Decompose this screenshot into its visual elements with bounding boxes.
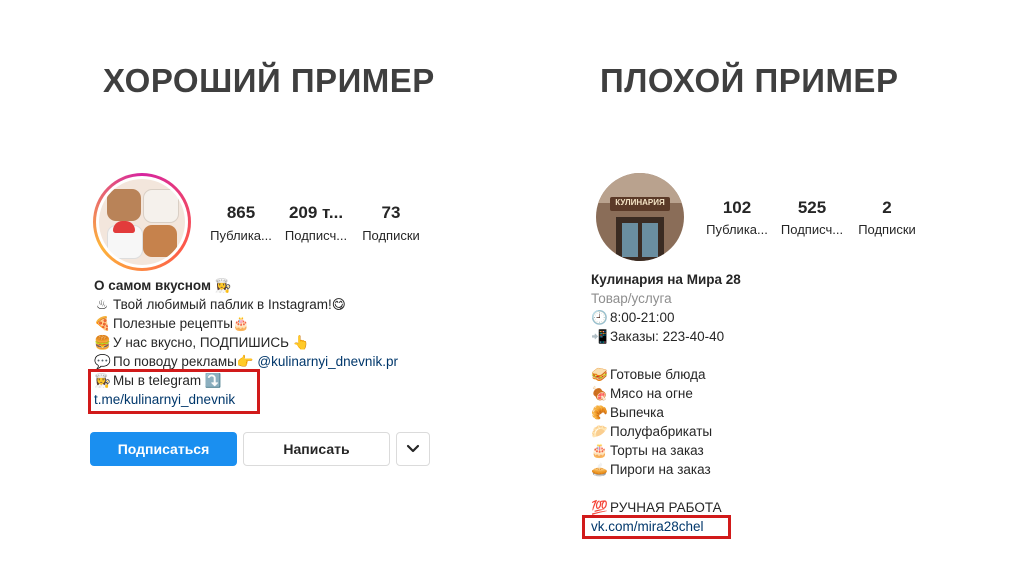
followers-count[interactable]: 525 (772, 198, 852, 218)
bio-line: Полезные рецепты (113, 316, 233, 331)
chevron-down-icon (406, 444, 420, 453)
pie-icon: 🥧 (591, 462, 608, 477)
phone-text: Заказы: 223-40-40 (610, 329, 725, 344)
bio-line: Твой любимый паблик в Instagram! (113, 297, 332, 312)
bio-line: По поводу рекламы (113, 354, 237, 369)
list-item: Полуфабрикаты (610, 424, 713, 439)
profile-name: О самом вкусном (94, 278, 211, 293)
list-item: Торты на заказ (610, 443, 704, 458)
sandwich-icon: 🥪 (591, 367, 608, 382)
clock-icon: 🕘 (591, 310, 608, 325)
profile-name: Кулинария на Мира 28 (591, 272, 741, 287)
bio-line: У нас вкусно, ПОДПИШИСЬ (113, 335, 289, 350)
bad-example-heading: ПЛОХОЙ ПРИМЕР (600, 62, 899, 99)
posts-label: Публика... (210, 228, 272, 243)
followers-label[interactable]: Подписч... (772, 222, 852, 237)
following-label[interactable]: Подписки (847, 222, 927, 237)
cake-icon: 🎂 (232, 316, 250, 331)
shop-sign: КУЛИНАРИЯ (615, 198, 665, 207)
cake-icon: 🎂 (591, 443, 608, 458)
good-example-heading: ХОРОШИЙ ПРИМЕР (103, 62, 435, 99)
pizza-icon: 🍕 (94, 316, 111, 331)
list-item: Пироги на заказ (610, 462, 711, 477)
avatar[interactable] (93, 173, 191, 271)
following-count[interactable]: 2 (847, 198, 927, 218)
hours-text: 8:00-21:00 (610, 310, 675, 325)
category-label: Товар/услуга (591, 291, 672, 306)
croissant-icon: 🥐 (591, 405, 608, 420)
point-up-icon: 👆 (292, 335, 310, 350)
list-item: Выпечка (610, 405, 664, 420)
posts-count: 865 (226, 203, 256, 222)
meat-icon: 🍖 (591, 386, 608, 401)
hot-springs-icon: ♨ (95, 297, 109, 312)
point-right-icon: 👉 (236, 354, 254, 369)
posts-label: Публика... (706, 222, 768, 237)
profile-bio: Кулинария на Мира 28 Товар/услуга 🕘 8:00-… (591, 270, 741, 536)
avatar[interactable]: КУЛИНАРИЯ (596, 173, 684, 261)
highlight-frame (88, 369, 260, 414)
yum-emoji-icon: 😋 (331, 297, 346, 312)
cookies-image (99, 179, 185, 265)
highlight-frame (582, 515, 731, 539)
ads-mention-link[interactable]: @kulinarnyi_dnevnik.pr (257, 354, 398, 369)
followers-label[interactable]: Подписч... (276, 228, 356, 243)
phone-icon: 📲 (591, 329, 608, 344)
followers-count[interactable]: 209 т... (276, 203, 356, 223)
handmade-text: РУЧНАЯ РАБОТА (610, 500, 722, 515)
more-button[interactable] (396, 432, 430, 466)
burger-icon: 🍔 (94, 335, 111, 350)
posts-count: 102 (722, 198, 752, 217)
message-button[interactable]: Написать (243, 432, 390, 466)
following-label[interactable]: Подписки (351, 228, 431, 243)
following-count[interactable]: 73 (351, 203, 431, 223)
dumpling-icon: 🥟 (591, 424, 608, 439)
chef-emoji-icon: 👩‍🍳 (214, 278, 232, 293)
list-item: Мясо на огне (610, 386, 693, 401)
follow-button[interactable]: Подписаться (90, 432, 237, 466)
list-item: Готовые блюда (610, 367, 706, 382)
